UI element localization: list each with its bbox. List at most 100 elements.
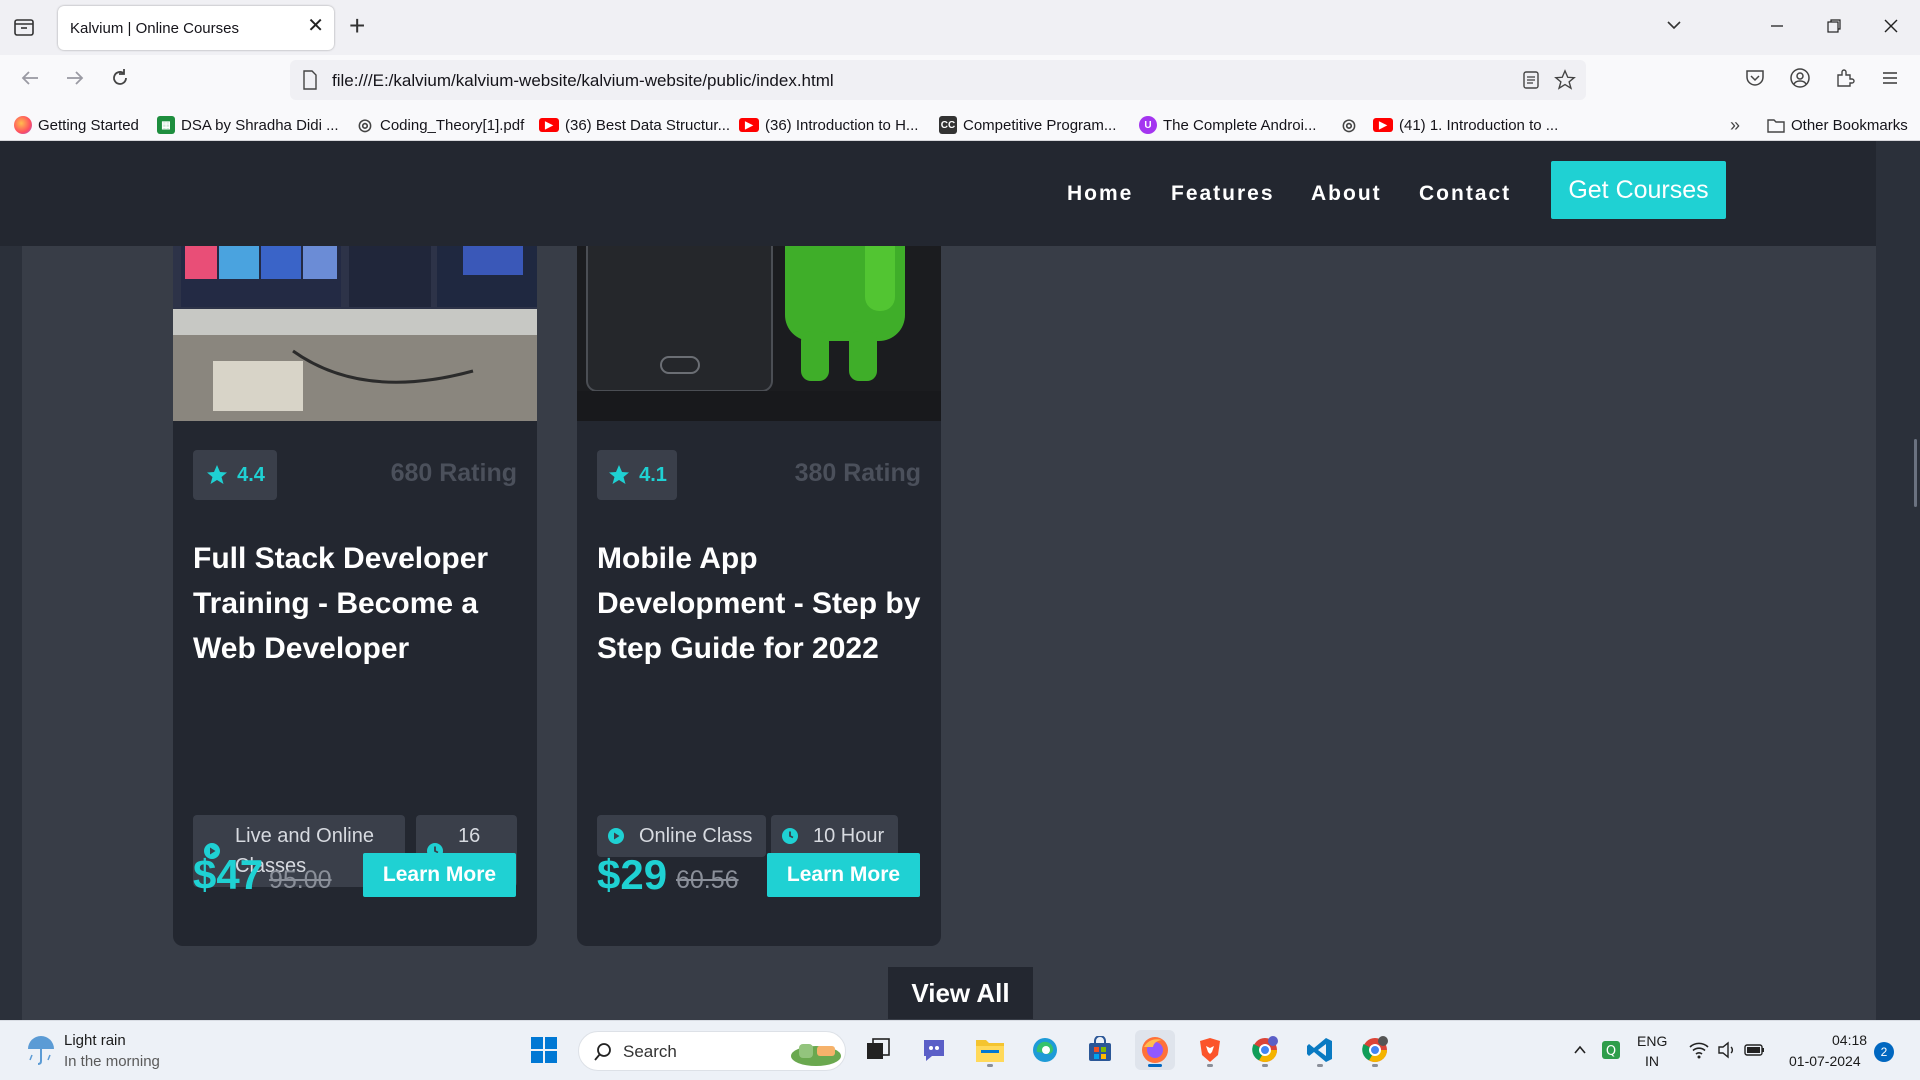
account-icon[interactable] xyxy=(1786,67,1814,95)
forward-icon[interactable] xyxy=(61,67,89,95)
nav-features[interactable]: Features xyxy=(1171,182,1275,206)
minimize-icon[interactable] xyxy=(1763,14,1791,42)
bookmark-label: (41) 1. Introduction to ... xyxy=(1399,116,1559,134)
bookmark-item[interactable]: U The Complete Androi... xyxy=(1139,114,1316,136)
bookmark-item[interactable]: ◎ xyxy=(1340,114,1364,136)
rating-badge: 4.4 xyxy=(193,450,277,500)
language-code[interactable]: ENG xyxy=(1637,1033,1667,1049)
view-all-button[interactable]: View All xyxy=(888,967,1033,1019)
edge-icon[interactable] xyxy=(1025,1030,1065,1070)
cc-icon: CC xyxy=(939,116,957,134)
tab-title: Kalvium | Online Courses xyxy=(70,20,239,37)
youtube-icon: ▶ xyxy=(1373,118,1393,132)
running-indicator xyxy=(1148,1064,1162,1067)
bookmark-label: Coding_Theory[1].pdf xyxy=(380,116,525,134)
running-indicator xyxy=(1262,1064,1268,1067)
task-view-icon[interactable] xyxy=(858,1030,898,1070)
nav-about[interactable]: About xyxy=(1311,182,1382,206)
rating-count: 680 Rating xyxy=(390,459,517,487)
address-bar[interactable]: file:///E:/kalvium/kalvium-website/kalvi… xyxy=(290,60,1586,100)
more-bookmarks-icon[interactable]: » xyxy=(1730,114,1740,136)
bookmark-item[interactable]: ◎ Coding_Theory[1].pdf xyxy=(356,114,524,136)
play-icon xyxy=(608,828,624,844)
bookmark-star-icon[interactable] xyxy=(1554,69,1578,93)
pocket-icon[interactable] xyxy=(1741,67,1769,95)
bookmark-item[interactable]: ▶ (36) Best Data Structur... xyxy=(539,114,730,136)
running-indicator xyxy=(1372,1064,1378,1067)
course-card: 4.4 680 Rating Full Stack Developer Trai… xyxy=(173,201,537,946)
course-title[interactable]: Full Stack Developer Training - Become a… xyxy=(193,536,523,671)
learn-more-button[interactable]: Learn More xyxy=(767,853,920,897)
reload-icon[interactable] xyxy=(106,67,134,95)
weather-forecast[interactable]: In the morning xyxy=(64,1053,160,1070)
clock-date[interactable]: 01-07-2024 xyxy=(1789,1053,1861,1069)
course-title[interactable]: Mobile App Development - Step by Step Gu… xyxy=(597,536,927,671)
bookmark-item[interactable]: ▶ (36) Introduction to H... xyxy=(739,114,918,136)
teams-chat-icon[interactable] xyxy=(914,1030,954,1070)
extensions-icon[interactable] xyxy=(1831,67,1859,95)
chrome-profile-icon[interactable] xyxy=(1245,1030,1285,1070)
other-bookmarks[interactable]: Other Bookmarks xyxy=(1767,114,1908,136)
svg-text:Q: Q xyxy=(1606,1044,1616,1059)
vscode-icon[interactable] xyxy=(1300,1030,1340,1070)
tab-list-icon[interactable] xyxy=(12,15,36,39)
list-all-tabs-icon[interactable] xyxy=(1660,14,1688,42)
rating-count: 380 Rating xyxy=(794,459,921,487)
show-hidden-icons-chevron-icon[interactable] xyxy=(1570,1030,1590,1070)
weather-condition[interactable]: Light rain xyxy=(64,1032,126,1049)
weather-rain-icon[interactable] xyxy=(24,1033,58,1067)
app-tray-icon[interactable]: Q xyxy=(1598,1030,1624,1070)
bookmark-label: (36) Best Data Structur... xyxy=(565,116,731,134)
old-price: 60.56 xyxy=(676,866,739,894)
notification-badge[interactable]: 2 xyxy=(1874,1042,1894,1062)
file-explorer-icon[interactable] xyxy=(970,1030,1010,1070)
chrome-icon[interactable] xyxy=(1355,1030,1395,1070)
get-courses-button[interactable]: Get Courses xyxy=(1551,161,1726,219)
brave-icon[interactable] xyxy=(1190,1030,1230,1070)
search-placeholder: Search xyxy=(623,1042,677,1061)
menu-icon[interactable] xyxy=(1876,67,1904,95)
running-indicator xyxy=(987,1064,993,1067)
bookmark-label: (36) Introduction to H... xyxy=(765,116,919,134)
volume-icon[interactable] xyxy=(1714,1030,1740,1070)
firefox-taskbar-icon[interactable] xyxy=(1135,1030,1175,1070)
globe-icon: ◎ xyxy=(358,117,372,134)
nav-contact[interactable]: Contact xyxy=(1419,182,1511,206)
clock-time[interactable]: 04:18 xyxy=(1832,1032,1867,1048)
bookmark-label: DSA by Shradha Didi ... xyxy=(181,116,339,134)
reader-view-icon[interactable] xyxy=(1520,69,1544,93)
close-tab-icon[interactable]: ✕ xyxy=(307,16,324,36)
restore-icon[interactable] xyxy=(1820,14,1848,42)
bookmark-item[interactable]: Getting Started xyxy=(14,114,139,136)
duration-label: 10 Hour xyxy=(813,825,885,847)
rating-value: 4.1 xyxy=(639,463,667,486)
bookmark-item[interactable]: ▦ DSA by Shradha Didi ... xyxy=(157,114,339,136)
search-icon xyxy=(594,1043,611,1061)
new-tab-icon[interactable]: + xyxy=(349,11,365,41)
search-highlight-icon xyxy=(791,1044,841,1066)
language-region[interactable]: IN xyxy=(1645,1053,1659,1069)
battery-charging-icon[interactable] xyxy=(1742,1030,1768,1070)
star-icon xyxy=(609,465,630,484)
star-icon xyxy=(207,465,228,484)
bookmark-item[interactable]: CC Competitive Program... xyxy=(939,114,1116,136)
page-viewport: 4.4 680 Rating Full Stack Developer Trai… xyxy=(0,141,1920,1020)
windows-start-icon[interactable] xyxy=(524,1030,564,1070)
active-tab[interactable]: Kalvium | Online Courses ✕ xyxy=(58,6,334,50)
youtube-icon: ▶ xyxy=(539,118,559,132)
rating-badge: 4.1 xyxy=(597,450,677,500)
close-window-icon[interactable] xyxy=(1877,14,1905,42)
learn-more-button[interactable]: Learn More xyxy=(363,853,516,897)
running-indicator xyxy=(1317,1064,1323,1067)
price: $29 xyxy=(597,851,668,898)
microsoft-store-icon[interactable] xyxy=(1080,1030,1120,1070)
scrollbar-thumb[interactable] xyxy=(1914,439,1917,507)
taskbar-search[interactable]: Search xyxy=(578,1031,846,1071)
navigation-toolbar: file:///E:/kalvium/kalvium-website/kalvi… xyxy=(0,55,1920,107)
back-icon[interactable] xyxy=(16,67,44,95)
bookmark-item[interactable]: ▶ (41) 1. Introduction to ... xyxy=(1373,114,1558,136)
wifi-icon[interactable] xyxy=(1686,1030,1712,1070)
running-indicator xyxy=(1207,1064,1213,1067)
duration-chip: 10 Hour xyxy=(771,815,899,857)
nav-home[interactable]: Home xyxy=(1067,182,1133,206)
